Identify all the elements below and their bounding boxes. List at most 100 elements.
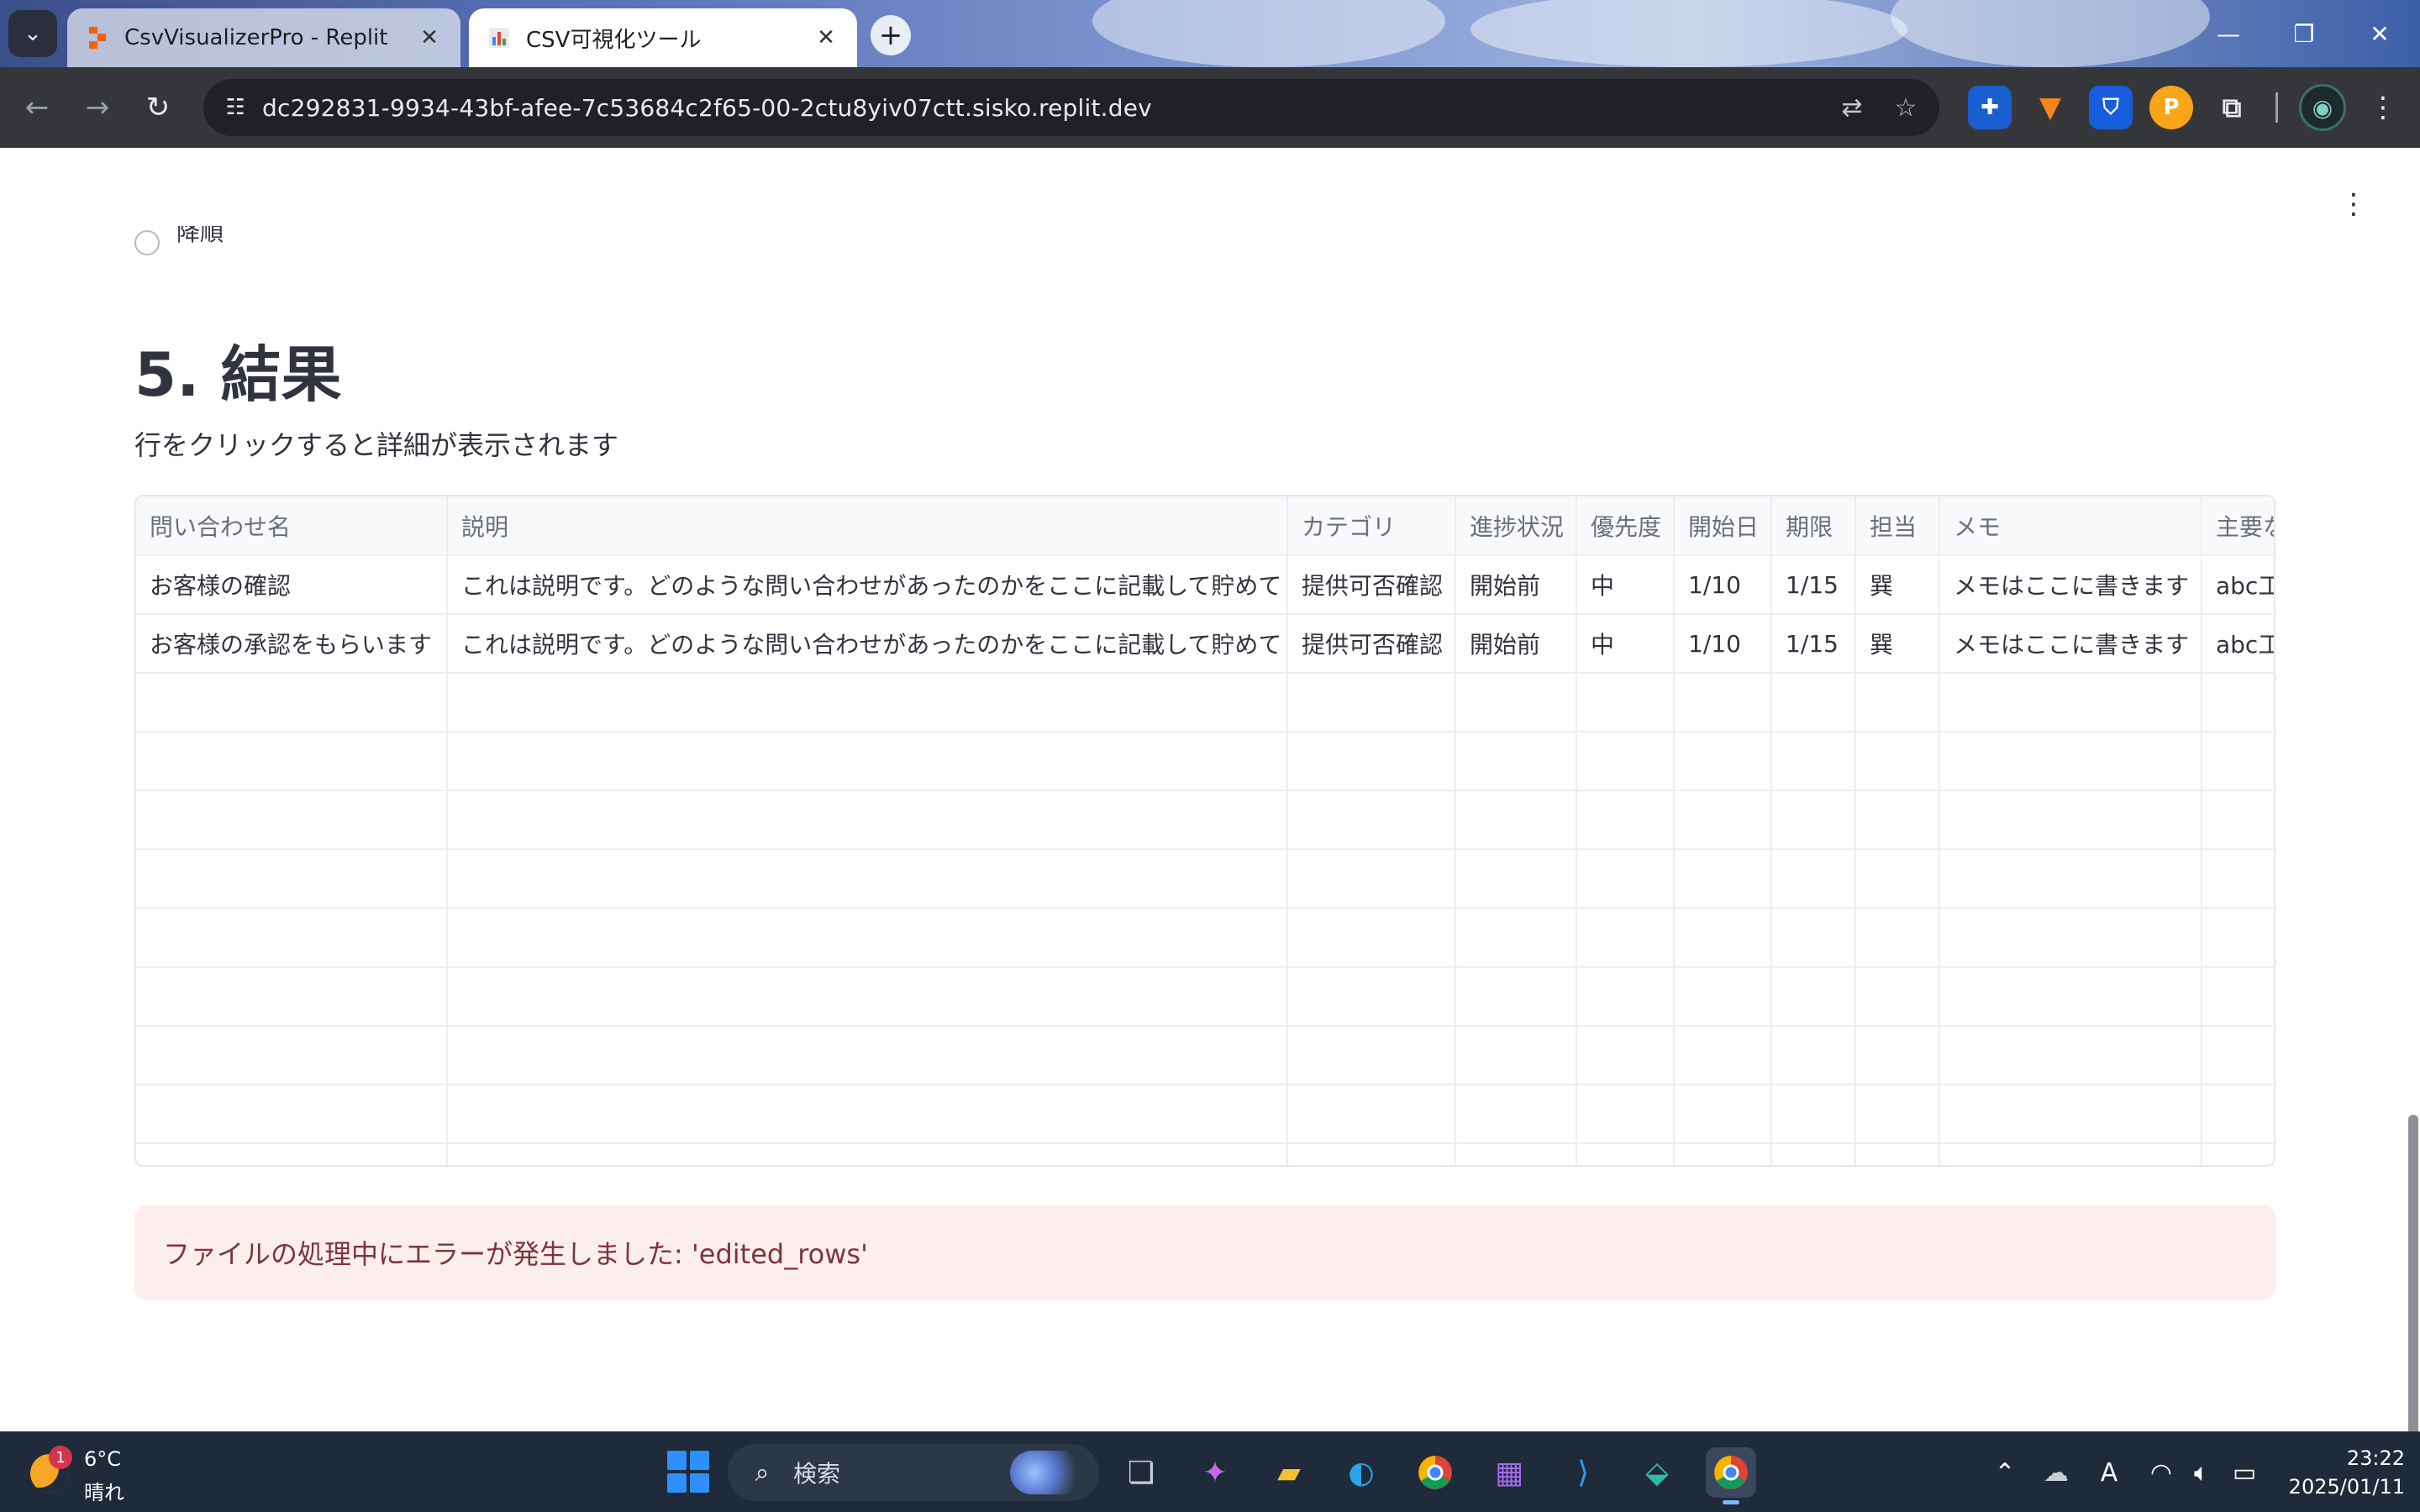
p-extension-icon[interactable]: P xyxy=(2149,86,2193,129)
empty-table-row[interactable] xyxy=(136,908,2274,968)
bitwarden-shield-icon[interactable]: ⛉ xyxy=(2089,86,2133,129)
table-cell[interactable]: メモはここに書きます xyxy=(1939,614,2202,674)
tab-search-button[interactable]: ⌄ xyxy=(8,10,57,57)
table-cell[interactable]: これは説明です。どのような問い合わせがあったのかをここに記載して貯めて xyxy=(447,555,1288,615)
profile-avatar[interactable]: ◉ xyxy=(2299,84,2346,131)
sort-desc-radio[interactable]: 降順 xyxy=(134,226,224,260)
empty-table-row[interactable] xyxy=(136,1084,2274,1144)
wifi-icon[interactable]: ◠ xyxy=(2144,1452,2178,1493)
table-cell[interactable]: 提供可否確認 xyxy=(1287,614,1456,674)
radio-label: 降順 xyxy=(176,226,224,246)
copilot-icon[interactable]: ✦ xyxy=(1190,1447,1240,1498)
table-cell[interactable]: abc工 xyxy=(2202,555,2274,615)
table-cell[interactable]: メモはここに書きます xyxy=(1939,555,2202,615)
system-clock[interactable]: 23:22 2025/01/11 xyxy=(2279,1444,2405,1501)
minimize-icon[interactable]: — xyxy=(2195,12,2262,55)
back-arrow-icon[interactable]: ← xyxy=(17,87,57,128)
table-cell[interactable]: 開始前 xyxy=(1455,555,1577,615)
table-cell[interactable]: 1/10 xyxy=(1674,614,1772,674)
show-hidden-icons-chevron-icon[interactable]: ⌃ xyxy=(1988,1452,2022,1493)
empty-table-row[interactable] xyxy=(136,732,2274,791)
column-header[interactable]: メモ xyxy=(1939,496,2202,556)
translate-icon[interactable]: ⇄ xyxy=(1835,91,1869,124)
extension-plus-icon[interactable]: ✚ xyxy=(1968,86,2012,129)
search-highlight-image xyxy=(1010,1451,1091,1494)
empty-table-row[interactable] xyxy=(136,673,2274,732)
page-scrollbar[interactable] xyxy=(2408,1115,2418,1431)
column-header[interactable]: 担当 xyxy=(1855,496,1940,556)
column-header[interactable]: 説明 xyxy=(447,496,1288,556)
table-cell[interactable]: これは説明です。どのような問い合わせがあったのかをここに記載して貯めて xyxy=(447,614,1288,674)
table-cell[interactable]: 巽 xyxy=(1855,614,1940,674)
edge-browser-icon[interactable]: ◐ xyxy=(1336,1447,1386,1498)
table-cell[interactable]: 1/10 xyxy=(1674,555,1772,615)
wallpaper-cloud xyxy=(1092,0,1445,67)
chrome-browser-icon[interactable] xyxy=(1410,1447,1460,1498)
metamask-fox-icon[interactable]: ▼ xyxy=(2028,86,2072,129)
empty-table-row[interactable] xyxy=(136,1143,2274,1165)
taskbar-search[interactable]: ⌕ 検索 xyxy=(728,1444,1099,1501)
chrome-running-icon[interactable] xyxy=(1706,1447,1756,1504)
empty-table-row[interactable] xyxy=(136,849,2274,909)
column-header[interactable]: 期限 xyxy=(1771,496,1856,556)
tab-csv-tool[interactable]: CSV可視化ツール ✕ xyxy=(469,8,857,67)
clock-time: 23:22 xyxy=(2346,1446,2405,1470)
new-tab-button[interactable]: + xyxy=(871,15,911,55)
radio-circle-icon[interactable] xyxy=(134,230,160,255)
site-info-icon[interactable]: ☷ xyxy=(218,91,252,124)
empty-table-row[interactable] xyxy=(136,967,2274,1026)
volume-icon[interactable]: 🔈︎ xyxy=(2185,1452,2218,1493)
close-tab-icon[interactable]: ✕ xyxy=(417,25,442,50)
page-content: ⋮ 降順 5. 結果 行をクリックすると詳細が表示されます 問い合わせ名 説明 … xyxy=(0,149,2420,1431)
results-table[interactable]: 問い合わせ名 説明 カテゴリ 進捗状況 優先度 開始日 期限 担当 メモ 主要な… xyxy=(134,495,2275,1167)
vscode-icon[interactable]: ⟩ xyxy=(1558,1447,1608,1498)
table-cell[interactable]: 提供可否確認 xyxy=(1287,555,1456,615)
table-cell[interactable]: お客様の承認をもらいます xyxy=(136,614,448,674)
empty-table-row[interactable] xyxy=(136,1026,2274,1085)
address-bar[interactable]: ☷ dc292831-9934-43bf-afee-7c53684c2f65-0… xyxy=(203,79,1939,136)
table-cell[interactable]: 開始前 xyxy=(1455,614,1577,674)
extensions-puzzle-icon[interactable]: ⧉ xyxy=(2210,86,2254,129)
table-cell[interactable]: abc工 xyxy=(2202,614,2274,674)
taskbar: 1 6°C 晴れ ⌕ 検索 ❏ ✦ ▰ ◐ ▦ ⟩ ⬙ ⌃ ☁ A ◠ 🔈︎ ▭… xyxy=(0,1431,2420,1512)
table-cell[interactable]: 巽 xyxy=(1855,555,1940,615)
column-header[interactable]: 開始日 xyxy=(1674,496,1772,556)
browser-tab-strip: ⌄ CsvVisualizerPro - Replit ✕ CSV可視化ツール … xyxy=(0,0,2420,67)
search-icon: ⌕ xyxy=(755,1457,770,1488)
weather-condition: 晴れ xyxy=(84,1481,124,1504)
table-cell[interactable]: 中 xyxy=(1576,614,1675,674)
column-header[interactable]: 優先度 xyxy=(1576,496,1675,556)
table-row[interactable]: お客様の確認 これは説明です。どのような問い合わせがあったのかをここに記載して貯… xyxy=(136,555,2274,615)
table-row[interactable]: お客様の承認をもらいます これは説明です。どのような問い合わせがあったのかをここ… xyxy=(136,614,2274,674)
forward-arrow-icon[interactable]: → xyxy=(77,87,118,128)
bookmark-star-icon[interactable]: ☆ xyxy=(1889,91,1923,124)
weather-widget[interactable]: 1 6°C 晴れ xyxy=(30,1444,148,1504)
column-header[interactable]: カテゴリ xyxy=(1287,496,1456,556)
app-menu-icon[interactable]: ⋮ xyxy=(2339,187,2368,221)
table-cell[interactable]: 1/15 xyxy=(1771,614,1856,674)
column-header[interactable]: 問い合わせ名 xyxy=(136,496,448,556)
tab-title: CSV可視化ツール xyxy=(526,27,702,53)
onedrive-cloud-icon[interactable]: ☁ xyxy=(2037,1452,2075,1493)
restore-icon[interactable]: ❐ xyxy=(2270,12,2338,55)
battery-icon[interactable]: ▭ xyxy=(2225,1452,2264,1493)
column-header[interactable]: 主要な xyxy=(2202,496,2274,556)
ime-mode-icon[interactable]: A xyxy=(2092,1452,2126,1493)
dev-tool-app-icon[interactable]: ⬙ xyxy=(1632,1447,1682,1498)
table-cell[interactable]: 中 xyxy=(1576,555,1675,615)
reload-icon[interactable]: ↻ xyxy=(138,87,178,128)
table-cell[interactable]: 1/15 xyxy=(1771,555,1856,615)
tab-replit[interactable]: CsvVisualizerPro - Replit ✕ xyxy=(67,8,460,67)
column-header[interactable]: 進捗状況 xyxy=(1455,496,1577,556)
close-tab-icon[interactable]: ✕ xyxy=(813,25,839,50)
start-windows-icon[interactable] xyxy=(667,1451,709,1493)
browser-menu-icon[interactable]: ⋮ xyxy=(2366,87,2400,128)
task-view-icon[interactable]: ❏ xyxy=(1116,1447,1166,1498)
clipchamp-icon[interactable]: ▦ xyxy=(1484,1447,1534,1498)
table-cell[interactable]: お客様の確認 xyxy=(136,555,448,615)
weather-temperature: 6°C xyxy=(84,1447,122,1471)
close-window-icon[interactable]: ✕ xyxy=(2346,12,2413,55)
file-explorer-folder-icon[interactable]: ▰ xyxy=(1264,1447,1314,1498)
error-alert: ファイルの処理中にエラーが発生しました: 'edited_rows' xyxy=(134,1205,2275,1299)
empty-table-row[interactable] xyxy=(136,790,2274,850)
